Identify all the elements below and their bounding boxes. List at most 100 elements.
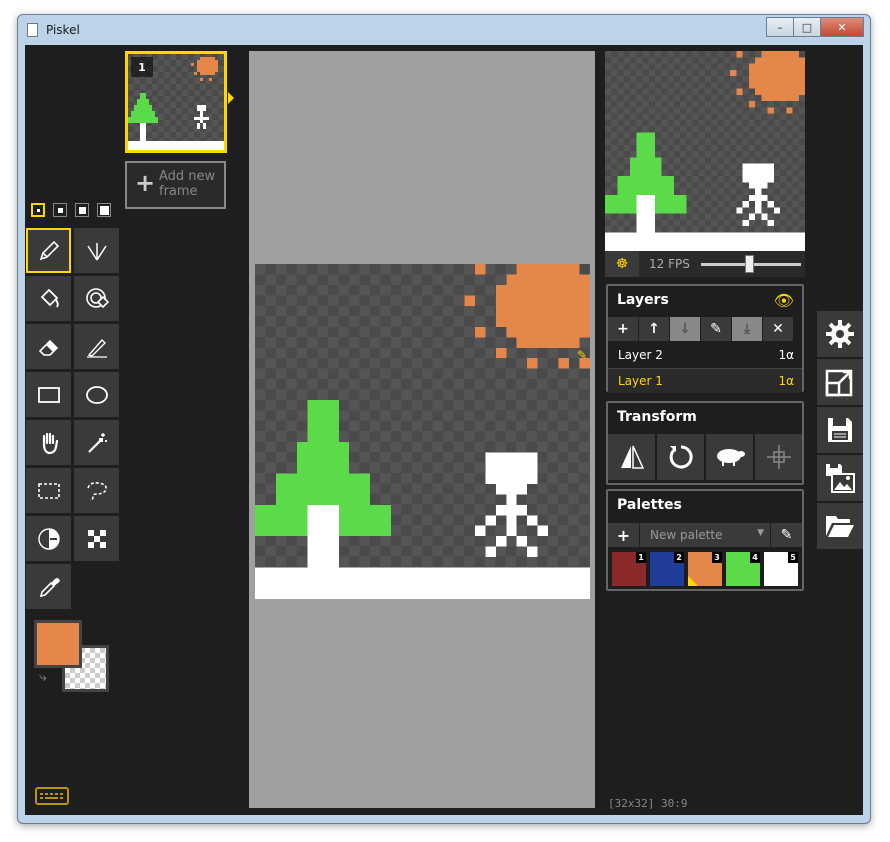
merge-layer-button[interactable]: ⤓ xyxy=(732,317,763,341)
pencil-icon xyxy=(39,240,59,260)
layer-name: Layer 2 xyxy=(618,348,663,362)
delete-layer-button[interactable]: ✕ xyxy=(763,317,794,341)
save-icon xyxy=(828,418,852,442)
frame-thumbnail[interactable]: 1 xyxy=(125,51,234,153)
move-layer-up-button[interactable]: ↑ xyxy=(639,317,670,341)
center-icon xyxy=(766,445,791,469)
pencil-cursor-icon: ✎ xyxy=(577,348,588,362)
selected-corner-icon xyxy=(688,576,698,586)
layers-panel: Layers 👁 + ↑ ↓ ✎ ⤓ ✕ Layer 2 1α Layer 1 … xyxy=(606,284,804,393)
clone-button[interactable] xyxy=(706,434,753,480)
pen-size-2[interactable] xyxy=(53,203,67,217)
fps-slider-handle[interactable] xyxy=(745,255,754,273)
swatch-number: 4 xyxy=(750,552,760,563)
rect-select-icon xyxy=(37,482,60,499)
sprite-pixels xyxy=(255,264,590,599)
eraser-tool[interactable] xyxy=(26,324,71,369)
resize-button[interactable] xyxy=(817,359,863,405)
primary-color[interactable] xyxy=(34,620,82,668)
dithering-tool[interactable] xyxy=(74,516,119,561)
maximize-button[interactable]: □ xyxy=(793,17,821,37)
drawing-stage[interactable]: ✎ xyxy=(249,51,595,808)
close-button[interactable]: ✕ xyxy=(820,17,864,37)
palette-swatch[interactable]: 5 xyxy=(764,552,798,586)
palette-swatch[interactable]: 1 xyxy=(612,552,646,586)
magic-wand-icon xyxy=(87,432,107,453)
export-button[interactable] xyxy=(817,455,863,501)
palette-swatch[interactable]: 4 xyxy=(726,552,760,586)
circle-tool[interactable] xyxy=(74,372,119,417)
open-button[interactable] xyxy=(817,503,863,549)
palette-select[interactable]: New palette ▼ xyxy=(640,523,770,547)
ellipse-icon xyxy=(85,385,108,404)
sheep-icon xyxy=(716,449,745,466)
palette-swatch[interactable]: 2 xyxy=(650,552,684,586)
keyboard-shortcuts-icon[interactable] xyxy=(35,787,69,805)
center-button[interactable] xyxy=(755,434,802,480)
layer-alpha: 1α xyxy=(778,374,794,388)
ground-pixels xyxy=(255,567,590,599)
swatch-number: 2 xyxy=(674,552,684,563)
edit-layer-button[interactable]: ✎ xyxy=(701,317,732,341)
move-layer-down-button[interactable]: ↓ xyxy=(670,317,701,341)
lasso-icon xyxy=(86,481,107,501)
magic-wand-tool[interactable] xyxy=(74,420,119,465)
edit-palette-button[interactable]: ✎ xyxy=(771,523,802,547)
transform-panel: Transform xyxy=(606,401,804,485)
palettes-panel: Palettes + New palette ▼ ✎ 1 2 3 4 5 xyxy=(606,489,804,591)
pen-size-1[interactable] xyxy=(31,203,45,217)
tree-trunk xyxy=(307,504,339,568)
open-folder-icon xyxy=(826,516,854,537)
rectangle-select-tool[interactable] xyxy=(26,468,71,513)
add-frame-button[interactable]: + Add new frame xyxy=(125,161,226,209)
preview-image xyxy=(605,51,805,251)
pen-size-3[interactable] xyxy=(75,203,89,217)
stroke-tool[interactable] xyxy=(74,324,119,369)
animation-preview xyxy=(605,51,805,251)
export-image-icon xyxy=(826,464,855,493)
title-bar: Piskel – □ ✕ xyxy=(18,15,870,45)
onion-skin-icon[interactable]: ☸ xyxy=(605,251,639,277)
paint-all-same-color-tool[interactable] xyxy=(74,276,119,321)
add-palette-button[interactable]: + xyxy=(608,523,639,547)
eraser-icon xyxy=(38,339,58,356)
rectangle-tool[interactable] xyxy=(26,372,71,417)
frame-number: 1 xyxy=(131,57,153,77)
add-layer-button[interactable]: + xyxy=(608,317,639,341)
save-button[interactable] xyxy=(817,407,863,453)
palettes-title: Palettes xyxy=(617,497,682,513)
layer-item[interactable]: Layer 2 1α xyxy=(608,343,802,367)
swatch-number: 3 xyxy=(712,552,722,563)
gear-icon xyxy=(826,320,854,348)
minimize-button[interactable]: – xyxy=(766,17,794,37)
window-title: Piskel xyxy=(46,23,80,37)
paint-bucket-tool[interactable] xyxy=(26,276,71,321)
layer-alpha: 1α xyxy=(778,348,794,362)
rotate-button[interactable] xyxy=(657,434,704,480)
eye-icon[interactable]: 👁 xyxy=(774,291,794,310)
swap-icon[interactable]: ⤷ xyxy=(39,669,47,685)
stickman-pixels xyxy=(474,452,549,558)
settings-button[interactable] xyxy=(817,311,863,357)
pen-size-4[interactable] xyxy=(97,203,111,217)
layers-title: Layers xyxy=(617,292,669,308)
piskel-app: ⤷ 1 + Add new frame ✎ ☸ 12 FPS Layers 👁 … xyxy=(25,45,863,815)
lighten-tool[interactable] xyxy=(26,516,71,561)
layer-item-selected[interactable]: Layer 1 1α xyxy=(608,368,802,393)
app-window: Piskel – □ ✕ ⤷ 1 + Add new frame ✎ ☸ 12 … xyxy=(17,14,871,824)
flip-button[interactable] xyxy=(608,434,655,480)
palette-swatch-selected[interactable]: 3 xyxy=(688,552,722,586)
document-icon xyxy=(27,23,38,37)
move-tool[interactable] xyxy=(26,420,71,465)
bucket-all-icon xyxy=(85,287,109,308)
color-picker-tool[interactable] xyxy=(26,564,71,609)
vertical-mirror-pen-tool[interactable] xyxy=(74,228,119,273)
drawing-canvas[interactable]: ✎ xyxy=(255,264,590,599)
status-bar: [32x32] 30:9 xyxy=(608,797,688,810)
lasso-select-tool[interactable] xyxy=(74,468,119,513)
pen-tool[interactable] xyxy=(26,228,71,273)
frame-selected-arrow xyxy=(228,92,234,104)
fps-bar: ☸ 12 FPS xyxy=(605,251,805,277)
bucket-icon xyxy=(40,288,59,308)
add-frame-label: Add new frame xyxy=(159,169,216,199)
